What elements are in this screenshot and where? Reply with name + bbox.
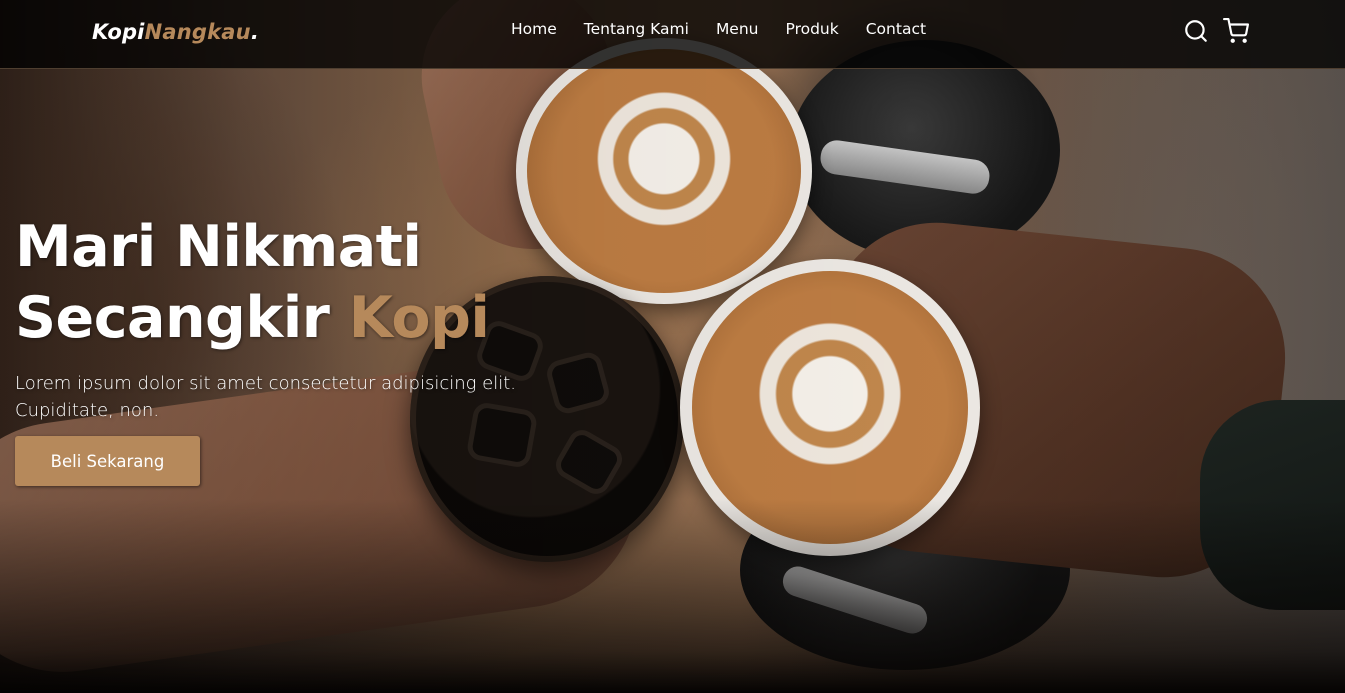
nav-icons [1183, 18, 1249, 44]
hero-headline: Mari Nikmati Secangkir Kopi [15, 212, 615, 354]
navbar: KopiNangkau. Home Tentang Kami Menu Prod… [0, 0, 1345, 69]
headline-line-1: Mari Nikmati [15, 214, 422, 280]
hero-content: Mari Nikmati Secangkir Kopi Lorem ipsum … [15, 212, 615, 486]
nav-link-menu[interactable]: Menu [716, 19, 759, 39]
nav-link-contact[interactable]: Contact [866, 19, 926, 39]
buy-now-button[interactable]: Beli Sekarang [15, 436, 200, 486]
logo-primary: Kopi [92, 20, 145, 44]
logo[interactable]: KopiNangkau. [92, 20, 259, 44]
search-icon[interactable] [1183, 18, 1209, 44]
nav-link-produk[interactable]: Produk [786, 19, 839, 39]
nav-links: Home Tentang Kami Menu Produk Contact [511, 19, 953, 39]
logo-accent: Nangkau [144, 20, 251, 44]
nav-link-home[interactable]: Home [511, 19, 557, 39]
nav-link-tentang-kami[interactable]: Tentang Kami [584, 19, 689, 39]
shopping-cart-icon[interactable] [1223, 18, 1249, 44]
headline-line-2-prefix: Secangkir [15, 285, 349, 351]
logo-dot: . [250, 20, 259, 44]
headline-accent: Kopi [348, 285, 490, 351]
hero-subtitle: Lorem ipsum dolor sit amet consectetur a… [15, 373, 517, 421]
